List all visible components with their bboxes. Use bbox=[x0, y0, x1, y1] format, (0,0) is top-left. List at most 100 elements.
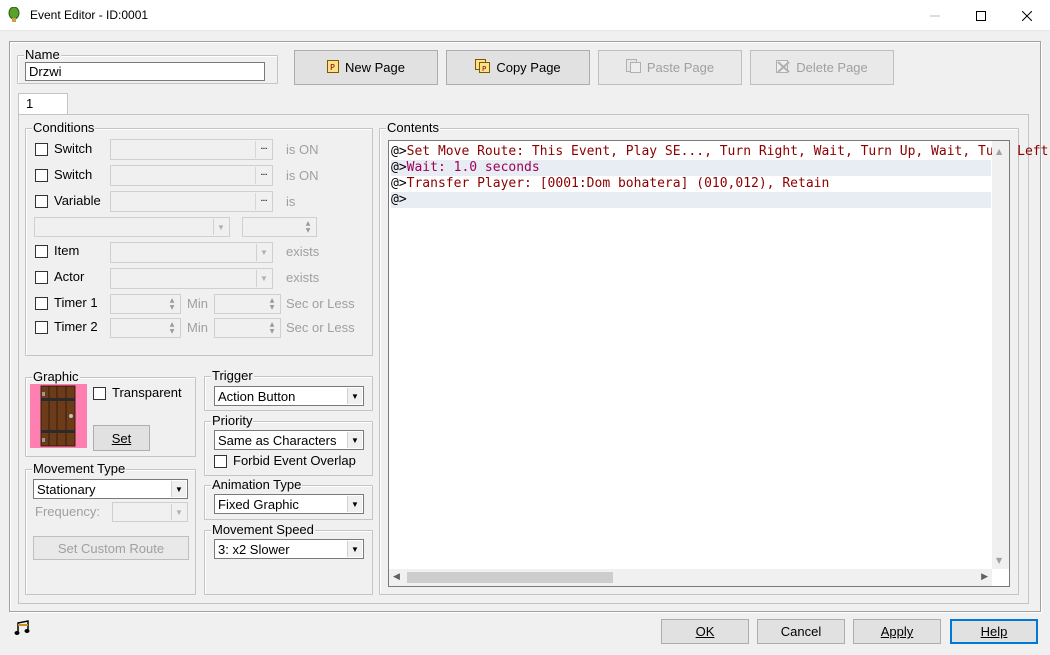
copy-page-icon: P bbox=[475, 59, 491, 76]
name-label: Name bbox=[24, 47, 61, 63]
help-button[interactable]: Help bbox=[950, 619, 1038, 644]
cancel-button[interactable]: Cancel bbox=[757, 619, 845, 644]
contents-label: Contents bbox=[386, 120, 441, 136]
forbid-overlap-checkbox[interactable] bbox=[214, 455, 227, 468]
animation-type-select[interactable]: Fixed Graphic ▼ bbox=[214, 494, 364, 514]
item-select[interactable]: ▼ bbox=[110, 242, 273, 263]
copy-page-label: Copy Page bbox=[496, 60, 561, 75]
svg-text:P: P bbox=[330, 63, 335, 72]
variable-label: Variable bbox=[54, 193, 101, 208]
movement-speed-select[interactable]: 3: x2 Slower ▼ bbox=[214, 539, 364, 559]
item-checkbox[interactable] bbox=[35, 245, 48, 258]
switch1-browse-button[interactable]: ··· bbox=[255, 141, 271, 158]
actor-checkbox[interactable] bbox=[35, 271, 48, 284]
new-page-label: New Page bbox=[345, 60, 405, 75]
tab-page-1[interactable]: 1 bbox=[18, 93, 68, 115]
name-input[interactable]: Drzwi bbox=[25, 62, 265, 81]
music-note-icon[interactable] bbox=[14, 619, 32, 637]
actor-suffix: exists bbox=[286, 270, 320, 285]
scroll-left-icon[interactable]: ◀ bbox=[393, 572, 400, 582]
timer2-checkbox[interactable] bbox=[35, 321, 48, 334]
paste-page-button[interactable]: Paste Page bbox=[598, 50, 742, 85]
priority-value: Same as Characters bbox=[218, 432, 337, 448]
switch2-label: Switch bbox=[54, 167, 93, 182]
delete-page-button[interactable]: Delete Page bbox=[750, 50, 894, 85]
timer2-sec-label: Sec or Less bbox=[286, 320, 355, 335]
item-label: Item bbox=[54, 243, 80, 258]
svg-text:P: P bbox=[482, 65, 486, 73]
horizontal-scrollbar[interactable]: ◀ ▶ bbox=[389, 569, 992, 586]
timer1-label: Timer 1 bbox=[54, 295, 98, 310]
window-title: Event Editor - ID:0001 bbox=[30, 8, 149, 22]
variable-browse-button[interactable]: ··· bbox=[255, 193, 271, 210]
command-line[interactable]: @>Set Move Route: This Event, Play SE...… bbox=[391, 144, 1048, 160]
trigger-label: Trigger bbox=[211, 368, 254, 384]
switch1-field[interactable]: ··· bbox=[110, 139, 273, 160]
movement-speed-value: 3: x2 Slower bbox=[218, 541, 290, 557]
timer1-sec-input[interactable]: ▲ ▼ bbox=[214, 294, 281, 314]
apply-button[interactable]: Apply bbox=[853, 619, 941, 644]
switch2-browse-button[interactable]: ··· bbox=[255, 167, 271, 184]
switch2-field[interactable]: ··· bbox=[110, 165, 273, 186]
command-line[interactable]: @>Wait: 1.0 seconds bbox=[391, 160, 991, 176]
movement-type-label: Movement Type bbox=[32, 461, 127, 477]
variable-operator-select[interactable]: ▼ bbox=[34, 217, 230, 237]
variable-value-spinner[interactable]: ▲ ▼ bbox=[301, 219, 315, 235]
scroll-right-icon[interactable]: ▶ bbox=[981, 572, 988, 582]
variable-field[interactable]: ··· bbox=[110, 191, 273, 212]
new-page-button[interactable]: P New Page bbox=[294, 50, 438, 85]
copy-page-button[interactable]: P Copy Page bbox=[446, 50, 590, 85]
timer2-min-input[interactable]: ▲ ▼ bbox=[110, 318, 181, 338]
timer2-label: Timer 2 bbox=[54, 319, 98, 334]
door-sprite-icon bbox=[40, 385, 76, 447]
variable-checkbox[interactable] bbox=[35, 195, 48, 208]
animation-type-value: Fixed Graphic bbox=[218, 496, 299, 512]
timer1-checkbox[interactable] bbox=[35, 297, 48, 310]
switch1-suffix: is ON bbox=[286, 142, 319, 157]
paste-page-icon bbox=[625, 59, 641, 76]
item-suffix: exists bbox=[286, 244, 320, 259]
movement-speed-label: Movement Speed bbox=[211, 522, 315, 538]
switch1-checkbox[interactable] bbox=[35, 143, 48, 156]
variable-suffix: is bbox=[286, 194, 296, 209]
maximize-icon[interactable] bbox=[958, 0, 1004, 31]
actor-select[interactable]: ▼ bbox=[110, 268, 273, 289]
timer1-min-input[interactable]: ▲ ▼ bbox=[110, 294, 181, 314]
frequency-label: Frequency: bbox=[35, 504, 101, 519]
app-icon bbox=[8, 6, 20, 23]
graphic-label: Graphic bbox=[32, 369, 80, 385]
set-custom-route-button[interactable]: Set Custom Route bbox=[33, 536, 189, 560]
priority-select[interactable]: Same as Characters ▼ bbox=[214, 430, 364, 450]
vertical-scrollbar[interactable]: ▲ ▼ bbox=[992, 141, 1009, 569]
command-line[interactable]: @> bbox=[391, 192, 991, 208]
switch2-suffix: is ON bbox=[286, 168, 319, 183]
timer2-sec-input[interactable]: ▲ ▼ bbox=[214, 318, 281, 338]
transparent-checkbox[interactable] bbox=[93, 387, 106, 400]
minimize-icon[interactable] bbox=[912, 0, 958, 31]
scroll-down-icon[interactable]: ▼ bbox=[996, 556, 1002, 565]
command-line[interactable]: @>Transfer Player: [0001:Dom bohatera] (… bbox=[391, 176, 829, 192]
actor-label: Actor bbox=[54, 269, 85, 284]
switch2-checkbox[interactable] bbox=[35, 169, 48, 182]
transparent-label: Transparent bbox=[112, 385, 182, 400]
event-commands-list[interactable]: @>Set Move Route: This Event, Play SE...… bbox=[388, 140, 1048, 587]
timer1-sec-label: Sec or Less bbox=[286, 296, 355, 311]
frequency-select[interactable]: ▼ bbox=[112, 502, 188, 522]
close-icon[interactable] bbox=[1004, 0, 1050, 31]
priority-label: Priority bbox=[211, 413, 254, 429]
trigger-select[interactable]: Action Button ▼ bbox=[214, 386, 364, 406]
animation-type-label: Animation Type bbox=[211, 477, 303, 493]
horizontal-scroll-thumb[interactable] bbox=[407, 572, 613, 583]
timer2-min-label: Min bbox=[187, 320, 208, 335]
movement-type-select[interactable]: Stationary ▼ bbox=[33, 479, 188, 499]
graphic-preview[interactable] bbox=[30, 384, 87, 448]
set-graphic-button[interactable]: Set bbox=[93, 425, 150, 451]
new-page-icon: P bbox=[327, 59, 339, 76]
scroll-up-icon[interactable]: ▲ bbox=[996, 147, 1002, 156]
delete-page-label: Delete Page bbox=[796, 60, 868, 75]
variable-value-input[interactable]: ▲ ▼ bbox=[242, 217, 317, 237]
ok-button[interactable]: OK bbox=[661, 619, 749, 644]
forbid-overlap-label: Forbid Event Overlap bbox=[233, 453, 356, 468]
delete-page-icon bbox=[776, 59, 790, 76]
trigger-value: Action Button bbox=[218, 388, 296, 404]
